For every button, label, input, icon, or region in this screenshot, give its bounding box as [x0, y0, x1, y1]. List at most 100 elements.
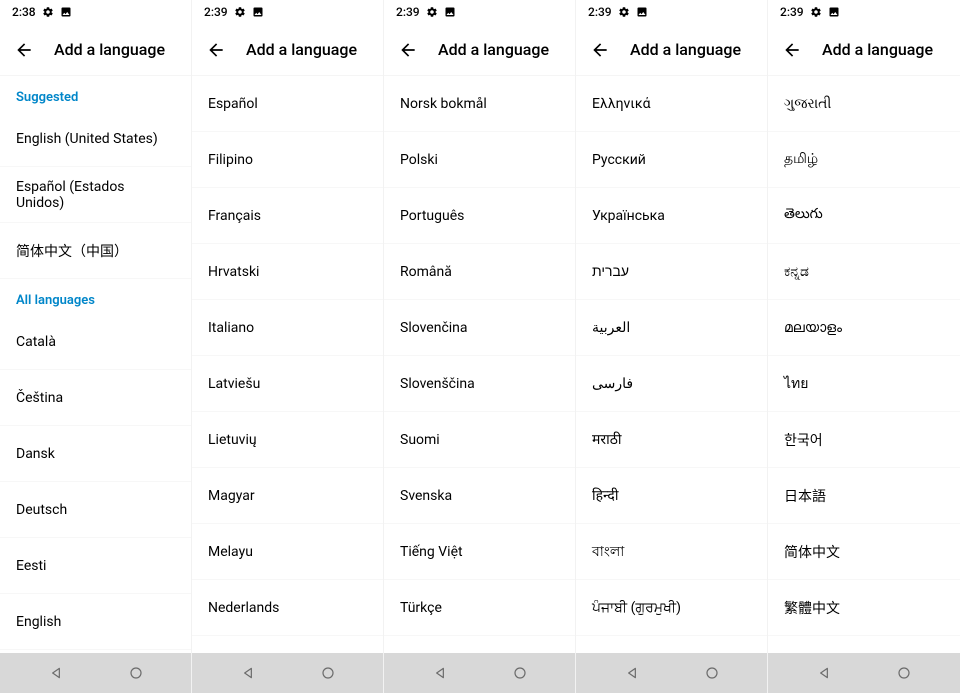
- app-bar: Add a language: [0, 24, 191, 76]
- nav-bar: [384, 653, 575, 693]
- app-bar: Add a language: [768, 24, 960, 76]
- nav-back-icon[interactable]: [816, 665, 832, 681]
- status-bar: 2:39: [384, 0, 575, 24]
- language-item[interactable]: Français: [192, 188, 383, 244]
- language-item[interactable]: Português: [384, 188, 575, 244]
- page-title: Add a language: [246, 40, 357, 59]
- language-item[interactable]: Slovenščina: [384, 356, 575, 412]
- page-title: Add a language: [630, 40, 741, 59]
- language-item[interactable]: ગુજરાતી: [768, 76, 960, 132]
- language-item[interactable]: Italiano: [192, 300, 383, 356]
- section-header: Suggested: [0, 76, 191, 111]
- language-item[interactable]: Latviešu: [192, 356, 383, 412]
- language-item[interactable]: Русский: [576, 132, 767, 188]
- screen: 2:39 Add a language Norsk bokmålPolskiPo…: [384, 0, 576, 693]
- language-item[interactable]: English: [0, 594, 191, 650]
- content-area: EspañolFilipinoFrançaisHrvatskiItalianoL…: [192, 76, 383, 653]
- language-item[interactable]: മലയാളം: [768, 300, 960, 356]
- language-item[interactable]: Tiếng Việt: [384, 524, 575, 580]
- language-item[interactable]: বাংলা: [576, 524, 767, 580]
- language-item[interactable]: Čeština: [0, 370, 191, 426]
- nav-home-icon[interactable]: [128, 665, 144, 681]
- screen: 2:39 Add a language ΕλληνικάРусскийУкраї…: [576, 0, 768, 693]
- language-item[interactable]: Polski: [384, 132, 575, 188]
- language-item[interactable]: Magyar: [192, 468, 383, 524]
- back-arrow-icon[interactable]: [206, 40, 226, 60]
- nav-back-icon[interactable]: [240, 665, 256, 681]
- language-item[interactable]: मराठी: [576, 412, 767, 468]
- status-bar: 2:39: [768, 0, 960, 24]
- language-item[interactable]: Hrvatski: [192, 244, 383, 300]
- back-arrow-icon[interactable]: [782, 40, 802, 60]
- status-time: 2:39: [780, 5, 804, 19]
- gear-icon: [42, 6, 54, 18]
- language-item[interactable]: हिन्दी: [576, 468, 767, 524]
- language-item[interactable]: Español: [192, 76, 383, 132]
- language-item[interactable]: Ελληνικά: [576, 76, 767, 132]
- content-area: Norsk bokmålPolskiPortuguêsRomânăSlovenč…: [384, 76, 575, 653]
- language-item[interactable]: Slovenčina: [384, 300, 575, 356]
- image-icon: [252, 6, 264, 18]
- nav-home-icon[interactable]: [320, 665, 336, 681]
- image-icon: [636, 6, 648, 18]
- status-time: 2:38: [12, 5, 36, 19]
- app-bar: Add a language: [576, 24, 767, 76]
- content-area: SuggestedEnglish (United States)Español …: [0, 76, 191, 653]
- back-arrow-icon[interactable]: [14, 40, 34, 60]
- nav-back-icon[interactable]: [432, 665, 448, 681]
- language-item[interactable]: Català: [0, 314, 191, 370]
- screen: 2:38 Add a language SuggestedEnglish (Un…: [0, 0, 192, 693]
- nav-home-icon[interactable]: [512, 665, 528, 681]
- language-item[interactable]: ಕನ್ನಡ: [768, 244, 960, 300]
- language-item[interactable]: 한국어: [768, 412, 960, 468]
- language-item[interactable]: Filipino: [192, 132, 383, 188]
- language-item[interactable]: Svenska: [384, 468, 575, 524]
- language-item[interactable]: English (United States): [0, 111, 191, 167]
- language-item[interactable]: தமிழ்: [768, 132, 960, 188]
- language-item[interactable]: Español (Estados Unidos): [0, 167, 191, 223]
- language-item[interactable]: Türkçe: [384, 580, 575, 636]
- language-item[interactable]: فارسی: [576, 356, 767, 412]
- language-item[interactable]: עברית: [576, 244, 767, 300]
- status-time: 2:39: [588, 5, 612, 19]
- language-item[interactable]: Dansk: [0, 426, 191, 482]
- language-item[interactable]: Română: [384, 244, 575, 300]
- language-item[interactable]: 繁體中文: [768, 580, 960, 636]
- back-arrow-icon[interactable]: [590, 40, 610, 60]
- nav-back-icon[interactable]: [624, 665, 640, 681]
- language-item[interactable]: Lietuvių: [192, 412, 383, 468]
- language-item[interactable]: ਪੰਜਾਬੀ (ਗੁਰਮੁਖੀ): [576, 580, 767, 636]
- language-item[interactable]: ไทย: [768, 356, 960, 412]
- language-item[interactable]: Eesti: [0, 538, 191, 594]
- nav-bar: [0, 653, 191, 693]
- nav-home-icon[interactable]: [896, 665, 912, 681]
- language-item[interactable]: Suomi: [384, 412, 575, 468]
- nav-home-icon[interactable]: [704, 665, 720, 681]
- nav-bar: [192, 653, 383, 693]
- language-item[interactable]: Українська: [576, 188, 767, 244]
- screen: 2:39 Add a language EspañolFilipinoFranç…: [192, 0, 384, 693]
- status-bar: 2:39: [192, 0, 383, 24]
- app-bar: Add a language: [192, 24, 383, 76]
- page-title: Add a language: [54, 40, 165, 59]
- language-item[interactable]: 日本語: [768, 468, 960, 524]
- image-icon: [444, 6, 456, 18]
- gear-icon: [234, 6, 246, 18]
- status-bar: 2:39: [576, 0, 767, 24]
- page-title: Add a language: [822, 40, 933, 59]
- language-item[interactable]: Nederlands: [192, 580, 383, 636]
- status-time: 2:39: [204, 5, 228, 19]
- gear-icon: [426, 6, 438, 18]
- content-area: ગુજરાતીதமிழ்తెలుగుಕನ್ನಡമലയാളംไทย한국어日本語简体…: [768, 76, 960, 653]
- language-item[interactable]: 简体中文（中国）: [0, 223, 191, 279]
- back-arrow-icon[interactable]: [398, 40, 418, 60]
- nav-back-icon[interactable]: [48, 665, 64, 681]
- language-item[interactable]: 简体中文: [768, 524, 960, 580]
- language-item[interactable]: العربية: [576, 300, 767, 356]
- page-title: Add a language: [438, 40, 549, 59]
- language-item[interactable]: Deutsch: [0, 482, 191, 538]
- app-bar: Add a language: [384, 24, 575, 76]
- language-item[interactable]: తెలుగు: [768, 188, 960, 244]
- language-item[interactable]: Norsk bokmål: [384, 76, 575, 132]
- language-item[interactable]: Melayu: [192, 524, 383, 580]
